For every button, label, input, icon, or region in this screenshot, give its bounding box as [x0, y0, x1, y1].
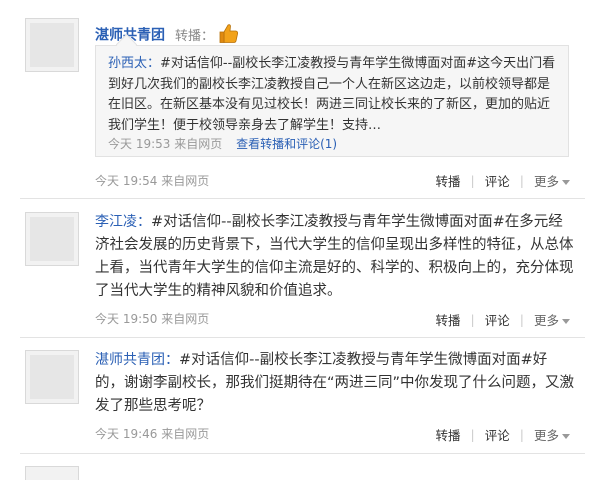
post-source: 来自网页	[161, 312, 210, 326]
post-actions: 转播 | 评论 | 更多	[436, 310, 570, 329]
repost-button[interactable]: 转播	[436, 425, 461, 444]
chevron-down-icon	[562, 434, 570, 439]
post-body: 李江凌：#对话信仰--副校长李江凌教授与青年学生微博面对面#在多元经济社会发展的…	[95, 211, 575, 303]
post-time[interactable]: 今天 19:54	[95, 174, 157, 188]
more-button[interactable]: 更多	[534, 425, 570, 444]
avatar[interactable]	[25, 350, 79, 404]
quoted-content: #对话信仰--副校长李江凌教授与青年学生微博面对面#这今天出门看到好几次我们的副…	[108, 56, 556, 133]
post-divider	[20, 453, 585, 454]
post-meta: 今天 19:46 来自网页	[95, 425, 209, 442]
quoted-author[interactable]: 孙西太：	[108, 56, 160, 71]
comment-button[interactable]: 评论	[485, 171, 510, 190]
quoted-post-text: 孙西太：#对话信仰--副校长李江凌教授与青年学生微博面对面#这今天出门看到好几次…	[108, 54, 560, 136]
avatar[interactable]	[25, 18, 79, 72]
avatar[interactable]	[25, 212, 79, 266]
author-name[interactable]: 李江凌：	[95, 214, 151, 230]
chevron-down-icon	[562, 319, 570, 324]
repost-button[interactable]: 转播	[436, 310, 461, 329]
chevron-down-icon	[562, 180, 570, 185]
post-time[interactable]: 今天 19:50	[95, 312, 157, 326]
post-time[interactable]: 今天 19:46	[95, 427, 157, 441]
post-source: 来自网页	[161, 427, 210, 441]
post-content: #对话信仰--副校长李江凌教授与青年学生微博面对面#在多元经济社会发展的历史背景…	[95, 214, 574, 299]
quoted-post: 孙西太：#对话信仰--副校长李江凌教授与青年学生微博面对面#这今天出门看到好几次…	[95, 45, 569, 157]
more-button[interactable]: 更多	[534, 310, 570, 329]
quoted-post-meta: 今天 19:53 来自网页 查看转播和评论(1)	[108, 135, 337, 152]
avatar[interactable]	[25, 466, 79, 480]
repost-label: 转播：	[175, 28, 215, 44]
weibo-feed: 湛师共青团 转播： 孙西太：#对话信仰--副校长李江凌教授与青年学生微博面对面#这…	[0, 0, 600, 480]
post-actions: 转播 | 评论 | 更多	[436, 171, 570, 190]
quoted-source: 来自网页	[174, 137, 223, 151]
comment-button[interactable]: 评论	[485, 425, 510, 444]
post-source: 来自网页	[161, 174, 210, 188]
comment-button[interactable]: 评论	[485, 310, 510, 329]
post-meta: 今天 19:54 来自网页	[95, 172, 209, 189]
post-actions: 转播 | 评论 | 更多	[436, 425, 570, 444]
quoted-time[interactable]: 今天 19:53	[108, 137, 170, 151]
post-divider	[20, 198, 585, 199]
author-name[interactable]: 湛师共青团：	[95, 352, 179, 368]
post-body: 湛师共青团：#对话信仰--副校长李江凌教授与青年学生微博面对面#好的，谢谢李副校…	[95, 349, 575, 418]
view-reposts-link[interactable]: 查看转播和评论(1)	[236, 137, 337, 151]
post-meta: 今天 19:50 来自网页	[95, 310, 209, 327]
repost-button[interactable]: 转播	[436, 171, 461, 190]
post-divider	[20, 337, 585, 338]
more-button[interactable]: 更多	[534, 171, 570, 190]
